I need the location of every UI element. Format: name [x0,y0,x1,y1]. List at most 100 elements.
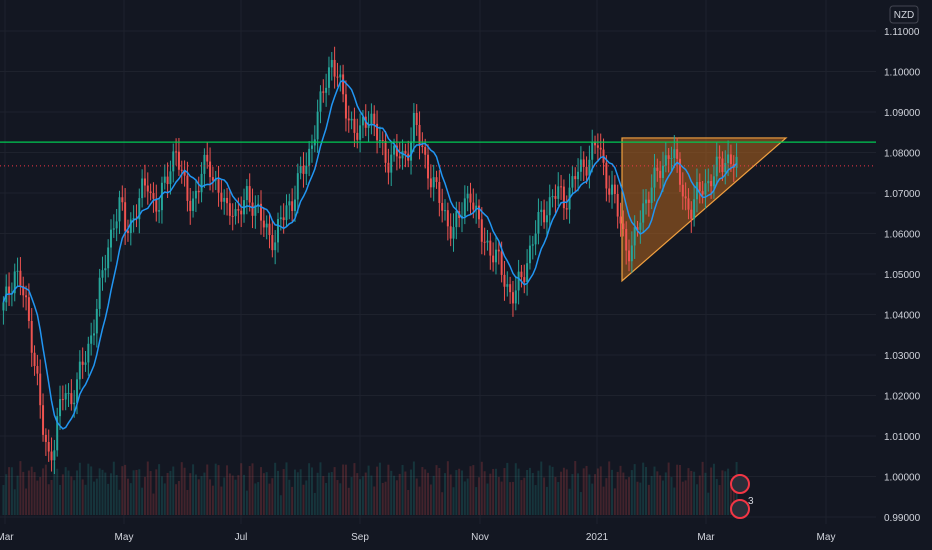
candle-body [50,451,53,461]
volume-bar [492,468,495,515]
candle-body [336,76,339,78]
volume-bar [531,473,534,515]
candle-body [698,182,701,192]
volume-bar [13,489,16,515]
candle-body [308,148,311,166]
candle-body [514,290,517,304]
volume-bar [56,468,59,515]
candle-body [101,270,104,278]
price-chart[interactable]: 1.082571.0766905:47:48 3 1.110001.100001… [0,0,932,550]
candle-body [78,361,81,380]
candle-body [333,59,336,77]
volume-bar [444,473,447,515]
volume-bar [565,469,568,515]
volume-bar [678,464,681,515]
volume-bar [602,486,605,515]
volume-bar [645,467,647,515]
volume-bar [395,480,398,515]
currency-text: NZD [894,10,915,21]
volume-bar [684,480,687,515]
volume-bar [262,473,265,515]
volume-bar [693,471,696,515]
volume-bar [115,474,118,515]
candle-body [560,186,563,188]
volume-bar [466,478,469,515]
volume-bar [126,478,129,515]
volume-bar [73,480,76,515]
candle-body [506,284,509,287]
volume-bar [367,465,370,515]
volume-bar [387,464,390,515]
candle-body [673,149,676,159]
candle-body [444,210,447,212]
volume-bar [194,474,197,515]
volume-bar [701,461,704,515]
candle-body [305,165,308,174]
volume-bar [155,469,158,515]
candle-body [497,249,500,252]
candle-body [565,208,568,210]
time-tick-label: Sep [351,532,369,543]
candle-body [262,220,265,228]
candle-body [715,156,718,177]
candle-body [710,181,713,187]
candle-body [540,209,543,212]
event-marker-icon[interactable] [730,474,750,494]
volume-bar [472,465,475,515]
candle-body [70,393,73,405]
volume-bar [22,471,25,515]
volume-bar [254,483,257,515]
candle-body [591,142,594,160]
volume-bar [209,479,212,515]
volume-bar [206,464,209,515]
candle-body [690,209,693,219]
volume-bar [64,467,67,515]
candle-body [480,219,483,242]
candle-body [466,193,469,199]
volume-bar [511,481,514,515]
volume-bar [265,472,268,515]
volume-bar [463,481,466,515]
candle-body [557,186,560,199]
volume-bar [214,463,217,515]
volume-bar [95,478,98,515]
volume-bar [517,468,520,515]
volume-bar [93,481,95,515]
time-axis[interactable]: Mar May Jul Sep Nov 2021 Mar May [0,524,876,550]
price-tick-label: 1.05000 [884,270,921,281]
candle-body [543,209,546,223]
volume-bar [308,463,311,515]
candle-body [630,245,633,262]
price-axis[interactable]: 1.11000 1.10000 1.09000 1.08000 1.07000 1.060… [876,0,932,550]
candle-body [608,188,611,195]
candle-body [577,171,580,180]
candle-body [172,151,175,172]
volume-bar [537,470,540,515]
candle-body [8,286,11,294]
volume-bar [596,468,599,515]
candle-body [319,91,322,112]
candle-body [291,201,294,211]
volume-bar [441,492,444,515]
event-marker-icon[interactable] [730,499,750,519]
chart-background [0,0,932,550]
candle-body [642,203,645,223]
candle-body [327,67,330,88]
volume-bar [112,461,115,515]
volume-bar [158,464,161,515]
volume-bar [124,464,127,515]
volume-bar [381,482,384,515]
candle-body [645,199,647,204]
candle-body [177,151,180,170]
volume-bar [582,468,585,515]
candle-body [616,193,619,217]
time-tick-label: Nov [471,532,489,543]
candle-body [42,405,45,435]
volume-bar [664,472,667,515]
candle-body [245,186,248,201]
volume-bar [630,470,633,515]
candle-body [387,162,390,173]
candle-body [424,147,427,155]
volume-bar [166,472,169,515]
candle-body [81,361,84,365]
